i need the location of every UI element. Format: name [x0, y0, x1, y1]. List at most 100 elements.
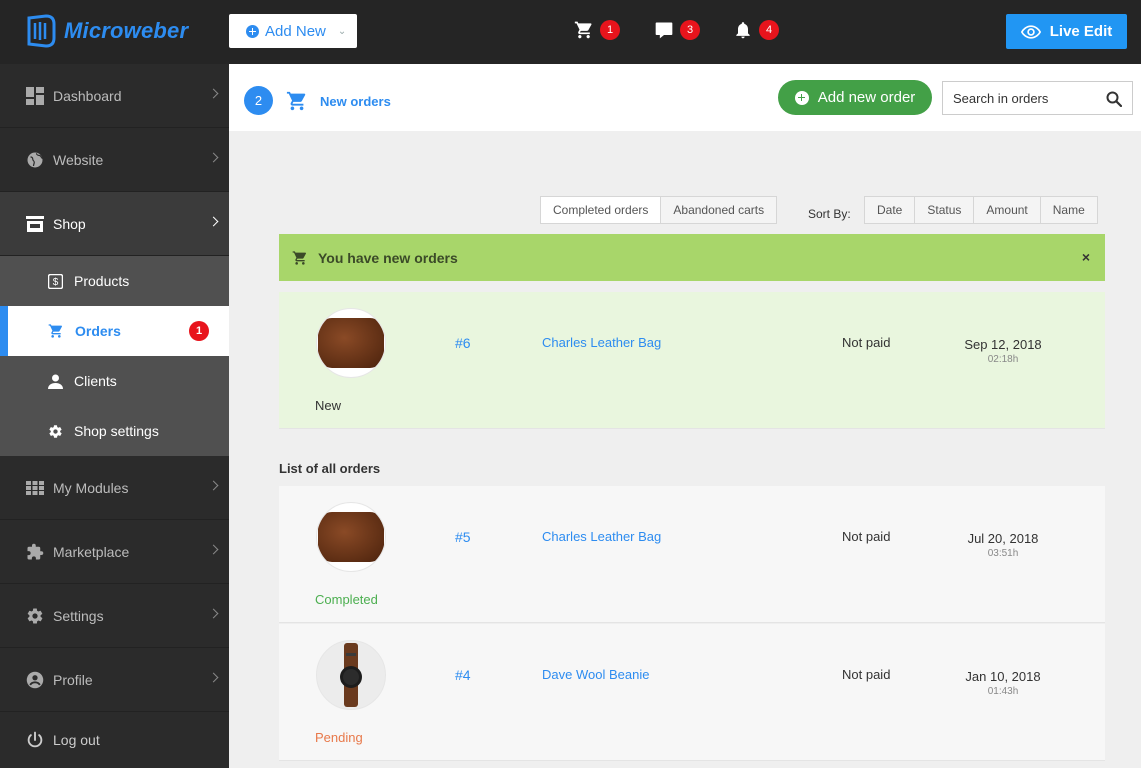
add-new-dropdown[interactable]: Add New ⌄: [229, 14, 357, 48]
chevron-down-icon: ⌄: [337, 25, 347, 37]
sidebar-item-label: Settings: [53, 607, 104, 624]
order-time: 01:43h: [987, 686, 1019, 697]
tab-abandoned-carts[interactable]: Abandoned carts: [661, 196, 778, 224]
page-title: New orders: [320, 94, 391, 109]
cart-icon: [292, 250, 307, 265]
sort-name-button[interactable]: Name: [1040, 196, 1098, 224]
add-new-order-button[interactable]: Add new order: [778, 80, 932, 115]
sort-by-label: Sort By:: [808, 207, 851, 221]
sidebar-item-dashboard[interactable]: Dashboard: [0, 64, 229, 128]
order-status: New: [315, 398, 342, 413]
sort-amount-button[interactable]: Amount: [974, 196, 1041, 224]
search-orders: [942, 81, 1133, 115]
eye-icon: [1020, 24, 1041, 39]
products-icon: $: [48, 273, 63, 289]
top-bar: Microweber Add New ⌄ 1 3 4 Live Edit: [0, 0, 1141, 64]
order-status: Pending: [315, 730, 363, 745]
notifications-count-badge: 4: [759, 20, 779, 40]
order-number[interactable]: #5: [455, 529, 471, 545]
sort-options: Date Status Amount Name: [864, 196, 1098, 224]
sort-date-button[interactable]: Date: [864, 196, 916, 224]
order-product-name[interactable]: Charles Leather Bag: [542, 335, 661, 350]
order-number[interactable]: #4: [455, 667, 471, 683]
list-title: List of all orders: [279, 461, 381, 476]
order-product-name[interactable]: Charles Leather Bag: [542, 529, 661, 544]
comment-icon: [655, 22, 673, 39]
search-input[interactable]: [943, 90, 1093, 106]
svg-text:$: $: [53, 277, 59, 288]
chevron-right-icon: [208, 608, 219, 619]
globe-icon: [27, 152, 43, 167]
sidebar-item-settings[interactable]: Settings: [0, 584, 229, 648]
sidebar-item-label: Shop: [53, 215, 86, 232]
sidebar-item-label: Marketplace: [53, 543, 130, 560]
submenu-item-clients[interactable]: Clients: [0, 356, 229, 406]
cart-icon: [574, 21, 592, 39]
dashboard-icon: [26, 86, 44, 105]
submenu-item-orders[interactable]: Orders 1: [0, 306, 229, 356]
order-date: Sep 12, 2018: [964, 337, 1042, 352]
order-product-name[interactable]: Dave Wool Beanie: [542, 667, 649, 682]
submenu-item-shop-settings[interactable]: Shop settings: [0, 406, 229, 456]
sidebar: Dashboard Website Shop $ Products Orders…: [0, 64, 229, 768]
tab-completed-orders[interactable]: Completed orders: [540, 196, 662, 224]
live-edit-button[interactable]: Live Edit: [1006, 14, 1127, 49]
logout-label: Log out: [53, 731, 100, 748]
leather-bag-image: [318, 512, 384, 562]
order-card[interactable]: #4 Dave Wool Beanie Not paid Jan 10, 201…: [279, 624, 1105, 761]
submenu-item-label: Shop settings: [74, 423, 159, 439]
plus-circle-icon: [794, 90, 809, 105]
chevron-right-icon: [208, 152, 219, 163]
puzzle-icon: [27, 543, 44, 559]
order-card[interactable]: #6 Charles Leather Bag Not paid Sep 12, …: [279, 292, 1105, 429]
store-icon: [26, 215, 44, 232]
close-icon[interactable]: ×: [1082, 249, 1090, 265]
shop-submenu: $ Products Orders 1 Clients Shop setting…: [0, 256, 229, 456]
sidebar-item-label: Dashboard: [53, 87, 122, 104]
user-circle-icon: [26, 671, 44, 688]
product-thumbnail: [316, 640, 386, 710]
product-thumbnail: [316, 308, 386, 378]
comments-notification[interactable]: 3: [654, 20, 700, 40]
payment-status: Not paid: [842, 667, 891, 682]
payment-status: Not paid: [842, 529, 891, 544]
cart-icon: [48, 324, 63, 338]
product-thumbnail: [316, 502, 386, 572]
cart-count-badge: 1: [600, 20, 620, 40]
chevron-right-icon: [208, 480, 219, 491]
page-header: 2 New orders Add new order: [229, 64, 1141, 131]
payment-status: Not paid: [842, 335, 891, 350]
gear-icon: [27, 608, 43, 624]
search-icon[interactable]: [1106, 91, 1122, 107]
grid-icon: [26, 480, 44, 495]
order-number[interactable]: #6: [455, 335, 471, 351]
logout-link[interactable]: Log out: [0, 712, 229, 767]
sidebar-item-shop[interactable]: Shop: [0, 192, 229, 256]
new-orders-alert: You have new orders ×: [279, 234, 1105, 281]
power-icon: [27, 731, 43, 747]
order-type-tabs: Completed orders Abandoned carts: [540, 196, 778, 224]
comments-count-badge: 3: [680, 20, 700, 40]
bell-icon: [736, 22, 750, 39]
cart-notification[interactable]: 1: [574, 20, 620, 40]
microweber-logo-icon: [27, 14, 56, 48]
sidebar-item-website[interactable]: Website: [0, 128, 229, 192]
order-card[interactable]: #5 Charles Leather Bag Not paid Jul 20, …: [279, 486, 1105, 623]
submenu-item-label: Clients: [74, 373, 117, 389]
live-edit-label: Live Edit: [1049, 23, 1113, 40]
sidebar-item-marketplace[interactable]: Marketplace: [0, 520, 229, 584]
sort-status-button[interactable]: Status: [915, 196, 975, 224]
submenu-item-products[interactable]: $ Products: [0, 256, 229, 306]
logo[interactable]: Microweber: [26, 14, 188, 48]
sidebar-item-label: Website: [53, 151, 104, 168]
sidebar-item-my-modules[interactable]: My Modules: [0, 456, 229, 520]
chevron-right-icon: [208, 672, 219, 683]
order-time: 03:51h: [987, 548, 1019, 559]
chevron-right-icon: [208, 216, 219, 227]
notifications-bell[interactable]: 4: [733, 20, 779, 40]
step-number: 2: [244, 86, 273, 115]
sidebar-item-profile[interactable]: Profile: [0, 648, 229, 712]
sidebar-item-label: Profile: [53, 671, 93, 688]
chevron-right-icon: [208, 88, 219, 99]
gear-icon: [49, 424, 62, 438]
